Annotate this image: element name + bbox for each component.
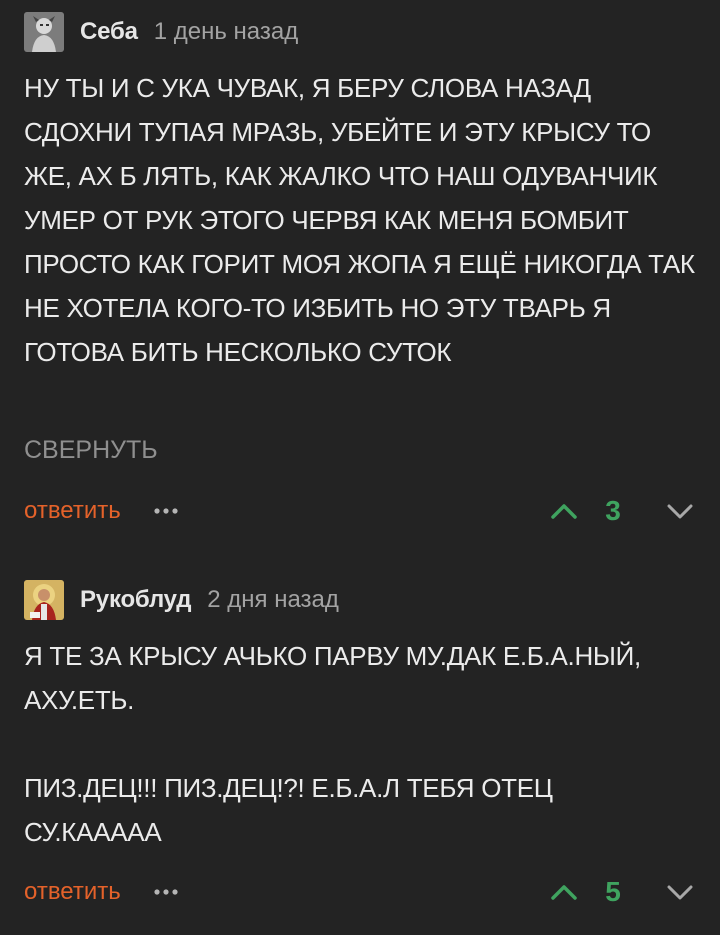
more-options-icon[interactable]	[153, 507, 179, 515]
username[interactable]: Рукоблуд	[80, 586, 191, 614]
avatar-character-icon	[24, 12, 64, 52]
upvote-icon[interactable]	[550, 882, 578, 902]
reply-button[interactable]: ответить	[24, 497, 121, 525]
comment-header: Рукоблуд 2 дня назад	[24, 578, 339, 622]
collapse-button[interactable]: СВЕРНУТЬ	[24, 436, 158, 465]
downvote-icon[interactable]	[666, 882, 694, 902]
comment-actions: ответить 5	[24, 872, 696, 912]
comment-text: НУ ТЫ И С УКА ЧУВАК, Я БЕРУ СЛОВА НАЗАД …	[24, 73, 702, 367]
upvote-icon[interactable]	[550, 501, 578, 521]
vote-controls: 5	[550, 876, 696, 908]
timestamp: 2 дня назад	[207, 586, 339, 613]
avatar[interactable]	[24, 12, 64, 52]
reply-button[interactable]: ответить	[24, 878, 121, 906]
comment-header: Себа 1 день назад	[24, 10, 298, 54]
score: 3	[605, 495, 621, 526]
timestamp: 1 день назад	[153, 18, 299, 45]
comment-text: Я ТЕ ЗА КРЫСУ АЧЬКО ПАРВУ МУ.ДАК Е.Б.А.Н…	[24, 641, 641, 847]
comment-actions: ответить 3	[24, 491, 696, 531]
username[interactable]: Себа	[80, 18, 138, 46]
avatar-icon-painting	[24, 580, 64, 620]
score: 5	[605, 876, 621, 907]
downvote-icon[interactable]	[666, 501, 694, 521]
vote-controls: 3	[550, 495, 696, 527]
more-options-icon[interactable]	[153, 888, 179, 896]
avatar[interactable]	[24, 580, 64, 620]
